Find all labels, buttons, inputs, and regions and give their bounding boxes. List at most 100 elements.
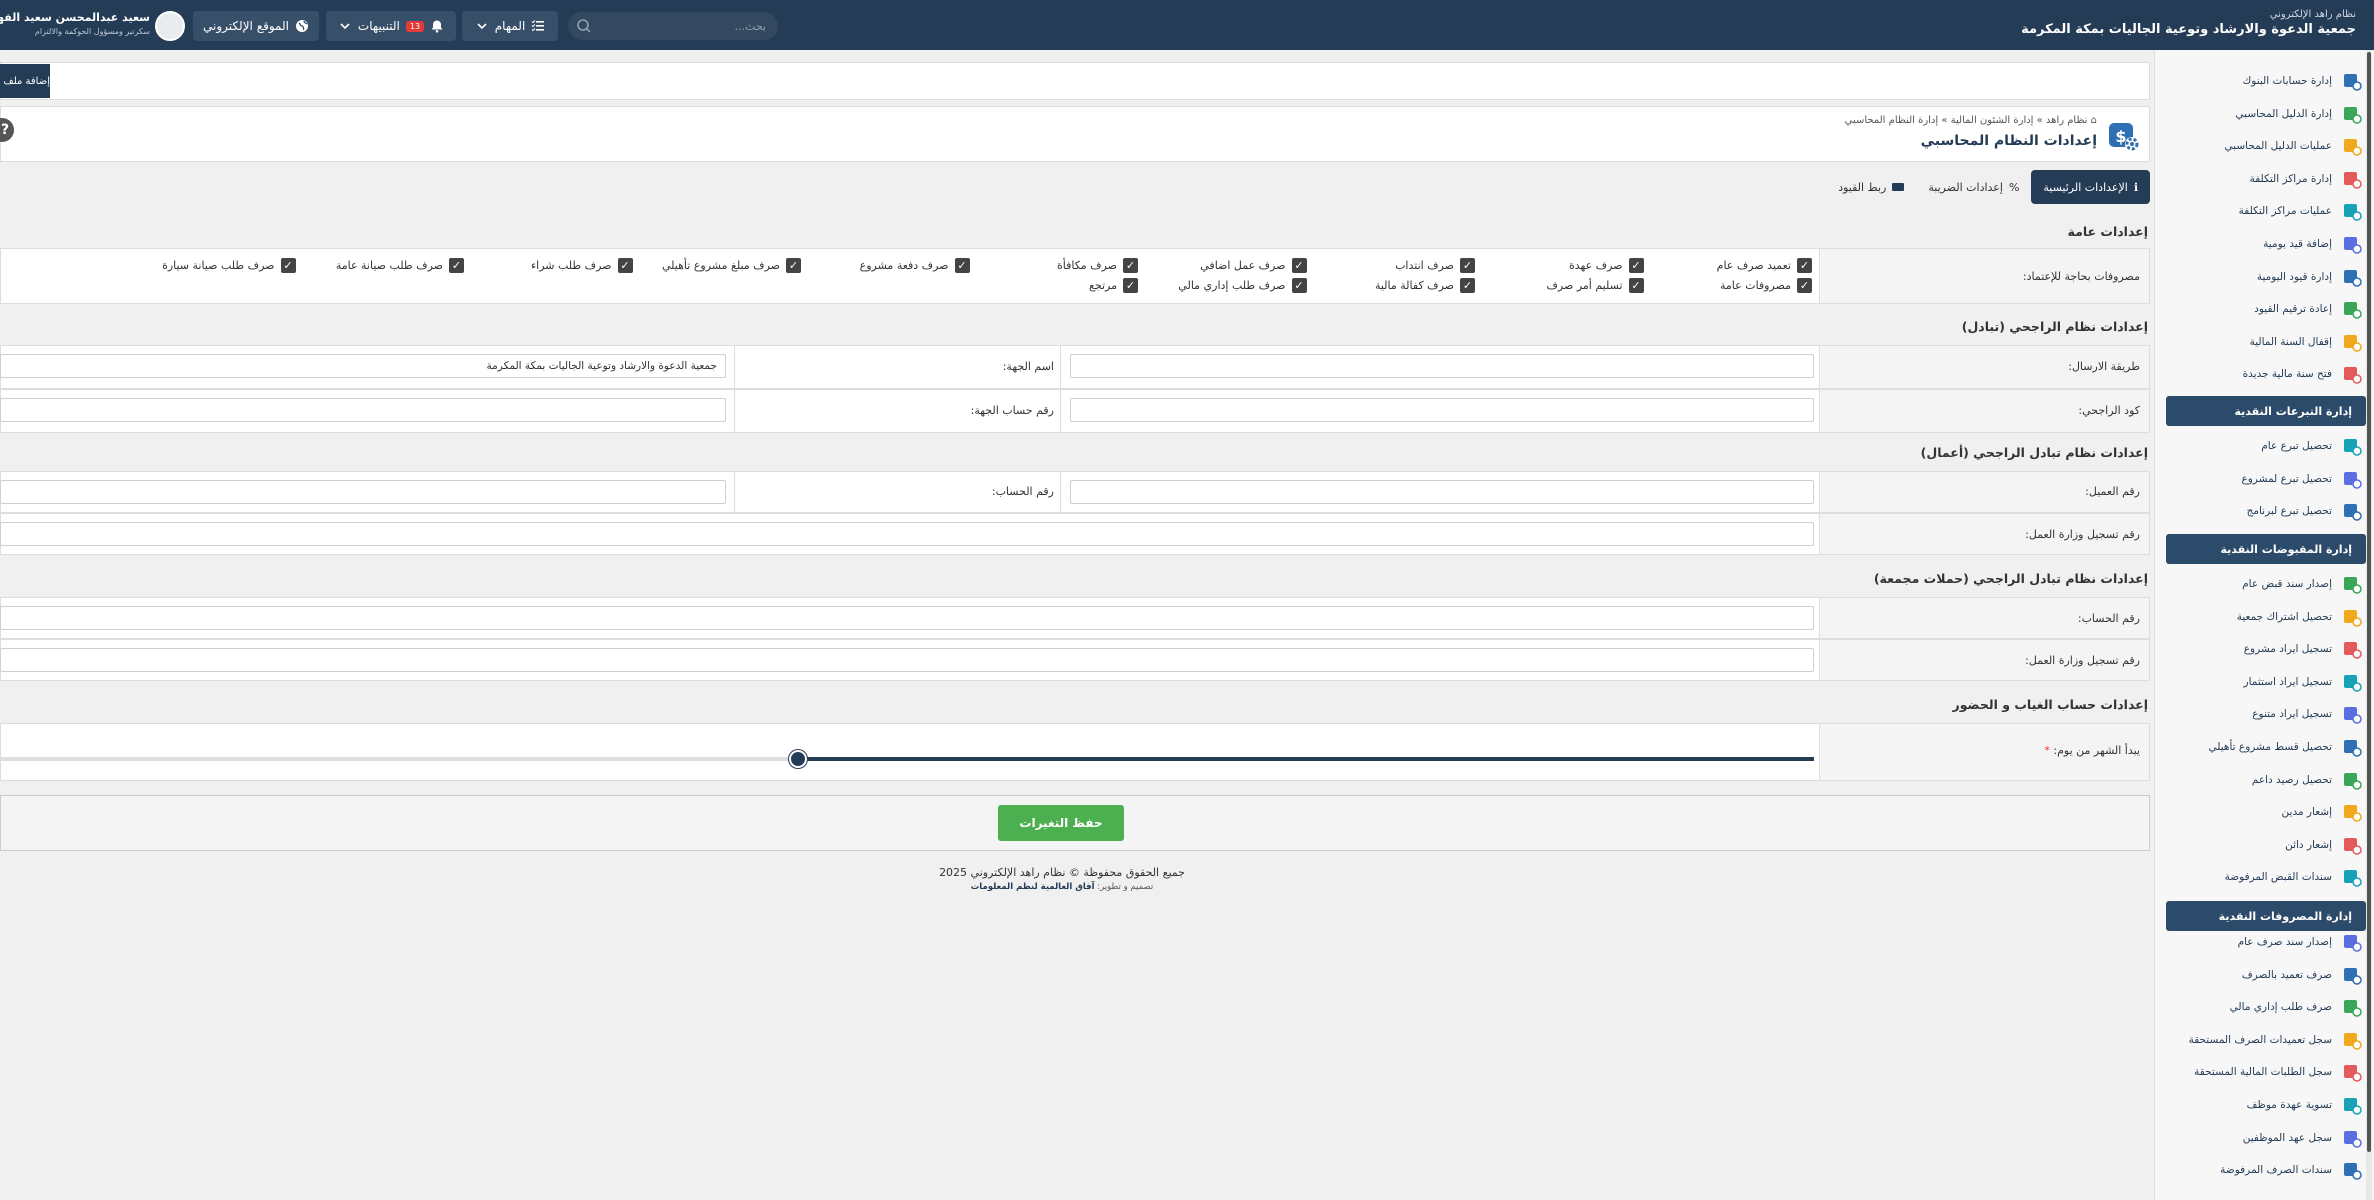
entity-name-field[interactable]: جمعية الدعوة والارشاد وتوعية الجاليات بم… [0, 354, 726, 378]
expense-approval-checkbox[interactable]: ✓ تسليم أمر صرف [1547, 278, 1644, 293]
menu-item-icon [2342, 469, 2362, 489]
website-button[interactable]: الموقع الإلكتروني [193, 11, 319, 41]
breadcrumb[interactable]: ⌂ نظام راهد » إدارة الشئون المالية » إدا… [1845, 115, 2097, 126]
client-number-field[interactable] [1070, 480, 1814, 504]
credits-company[interactable]: آفاق العالمية لنظم المعلومات [971, 882, 1095, 892]
collective-account-field[interactable] [0, 606, 1814, 630]
sidebar-item-label: تحصيل تبرع لمشروع [2241, 472, 2332, 485]
sidebar-scrollbar-thumb[interactable] [2367, 52, 2371, 1152]
sidebar-item[interactable]: تسجيل ايراد متنوع [2166, 700, 2362, 728]
breadcrumb-text[interactable]: نظام راهد » إدارة الشئون المالية » إدارة… [1845, 115, 2088, 126]
sidebar-item[interactable]: سجل عهد الموظفين [2166, 1124, 2362, 1152]
expense-approval-checkbox[interactable]: ✓ صرف عمل اضافي [1200, 258, 1307, 273]
notifications-button[interactable]: 13 التنبيهات [326, 11, 456, 41]
expense-approval-checkbox[interactable]: ✓ مرتجع [1089, 278, 1138, 293]
checkbox-checked-icon[interactable]: ✓ [1291, 258, 1307, 273]
sidebar-item[interactable]: تسوية عهدة موظف [2166, 1091, 2362, 1119]
checkbox-label: صرف عهدة [1569, 259, 1623, 272]
checkbox-checked-icon[interactable]: ✓ [1291, 278, 1307, 293]
sidebar-item[interactable]: إقفال السنة المالية [2166, 328, 2362, 356]
expense-approval-checkbox[interactable]: ✓ تعميد صرف عام [1717, 258, 1812, 273]
expense-approval-checkbox[interactable]: ✓ صرف مبلغ مشروع تأهيلي [662, 258, 801, 273]
sidebar-item[interactable]: سجل الطلبات المالية المستحقة [2166, 1058, 2362, 1086]
expense-approval-checkbox[interactable]: ✓ صرف طلب شراء [531, 258, 633, 273]
sidebar-item[interactable]: عمليات الدليل المحاسبي [2166, 132, 2362, 160]
sidebar-item[interactable]: إدارة قيود اليومية [2166, 263, 2362, 291]
expense-approval-checkbox[interactable]: ✓ صرف طلب صيانة عامة [336, 258, 464, 273]
sidebar-section-header[interactable]: إدارة المقبوضات النقدية [2166, 534, 2366, 564]
checkbox-checked-icon[interactable]: ✓ [1460, 258, 1475, 273]
checkbox-checked-icon[interactable]: ✓ [786, 258, 801, 273]
sidebar-item[interactable]: إدارة الدليل المحاسبي [2166, 100, 2362, 128]
checkbox-checked-icon[interactable]: ✓ [1797, 258, 1812, 273]
sidebar-section-header[interactable]: إدارة التبرعات النقدية [2166, 396, 2366, 426]
add-file-button[interactable]: إضافة ملف [0, 64, 50, 98]
sidebar-item[interactable]: تحصيل تبرع لبرنامج [2166, 497, 2362, 525]
expense-approval-checkbox[interactable]: ✓ صرف مكافأة [1057, 258, 1138, 273]
expense-approval-checkbox[interactable]: ✓ مصروفات عامة [1720, 278, 1812, 293]
sidebar-item[interactable]: صرف طلب إداري مالي [2166, 993, 2362, 1021]
search-input[interactable] [606, 17, 766, 35]
checkbox-checked-icon[interactable]: ✓ [449, 258, 464, 273]
checkbox-checked-icon[interactable]: ✓ [1628, 258, 1644, 273]
sidebar-item[interactable]: سندات القبض المرفوضة [2166, 863, 2362, 891]
expense-approval-checkbox[interactable]: ✓ صرف عهدة [1569, 258, 1644, 273]
sidebar-item[interactable]: إصدار سند صرف عام [2166, 928, 2362, 956]
collective-mol-field[interactable] [0, 648, 1814, 672]
home-icon[interactable]: ⌂ [2087, 115, 2097, 126]
checkbox-label: صرف طلب إداري مالي [1178, 279, 1286, 292]
tab-tax-settings[interactable]: % إعدادات الضريبة [1916, 170, 2031, 204]
sidebar-item[interactable]: تحصيل قسط مشروع تأهيلي [2166, 733, 2362, 761]
tab-link-entries[interactable]: ربط القيود [1826, 170, 1916, 204]
sidebar-item[interactable]: تحصيل رصيد داعم [2166, 766, 2362, 794]
sidebar-item[interactable]: إدارة مراكز التكلفة [2166, 165, 2362, 193]
menu-item-icon [2342, 104, 2362, 124]
sidebar-item[interactable]: إشعار دائن [2166, 831, 2362, 859]
send-method-field[interactable] [1070, 354, 1814, 378]
sidebar-item[interactable]: إدارة حسابات البنوك [2166, 67, 2362, 95]
user-name: سعيد عبدالمحسن سعيد الفهمي [0, 11, 150, 24]
account-number-field[interactable] [0, 480, 726, 504]
checkbox-checked-icon[interactable]: ✓ [1460, 278, 1475, 293]
checkbox-checked-icon[interactable]: ✓ [1123, 278, 1138, 293]
search-box[interactable] [568, 12, 778, 40]
checkbox-checked-icon[interactable]: ✓ [280, 258, 296, 273]
tab-main-settings[interactable]: ℹ الإعدادات الرئيسية [2031, 170, 2150, 204]
sidebar-item[interactable]: تحصيل تبرع لمشروع [2166, 465, 2362, 493]
menu-item-icon [2342, 1062, 2362, 1083]
sidebar-item-partial[interactable] [2166, 32, 2362, 60]
sidebar-item[interactable]: فتح سنة مالية جديدة [2166, 360, 2362, 388]
sidebar-item[interactable]: إضافة قيد يومية [2166, 230, 2362, 258]
sidebar-item[interactable]: سندات الصرف المرفوضة [2166, 1156, 2362, 1184]
sidebar-item[interactable]: إعادة ترقيم القيود [2166, 295, 2362, 323]
user-menu[interactable]: سعيد عبدالمحسن سعيد الفهمي سكرتير ومسؤول… [0, 8, 190, 42]
sidebar-item[interactable]: تسجيل ايراد مشروع [2166, 635, 2362, 663]
save-button[interactable]: حفظ التغيرات [998, 805, 1124, 841]
sidebar-item[interactable]: تحصيل تبرع عام [2166, 432, 2362, 460]
sidebar-item[interactable]: عمليات مراكز التكلفة [2166, 197, 2362, 225]
sidebar-section-header[interactable]: إدارة المصروفات النقدية [2166, 901, 2366, 931]
sidebar-item[interactable]: تسجيل ايراد استثمار [2166, 668, 2362, 696]
sidebar-item-label: فتح سنة مالية جديدة [2242, 368, 2332, 381]
sidebar-item[interactable]: صرف تعميد بالصرف [2166, 961, 2362, 989]
expense-approval-checkbox[interactable]: ✓ صرف انتداب [1395, 258, 1475, 273]
expense-approval-checkbox[interactable]: ✓ صرف دفعة مشروع [860, 258, 970, 273]
checkbox-checked-icon[interactable]: ✓ [1123, 258, 1138, 273]
checkbox-checked-icon[interactable]: ✓ [1628, 278, 1644, 293]
expense-approval-checkbox[interactable]: ✓ صرف طلب صيانة سيارة [162, 258, 296, 273]
avatar[interactable] [155, 11, 185, 41]
rajhi-code-field[interactable] [1070, 398, 1814, 422]
sidebar-item[interactable]: إصدار سند قبض عام [2166, 570, 2362, 598]
sidebar-item[interactable]: تحصيل اشتراك جمعية [2166, 603, 2362, 631]
expense-approval-checkbox[interactable]: ✓ صرف كفالة مالية [1375, 278, 1475, 293]
mol-registration-field[interactable] [0, 522, 1814, 546]
tasks-button[interactable]: المهام [462, 11, 558, 41]
entity-account-field[interactable] [0, 398, 726, 422]
sidebar-item[interactable]: إشعار مدين [2166, 798, 2362, 826]
checkbox-checked-icon[interactable]: ✓ [617, 258, 633, 273]
search-icon[interactable] [576, 18, 592, 34]
sidebar-item[interactable]: سجل تعميدات الصرف المستحقة [2166, 1026, 2362, 1054]
checkbox-checked-icon[interactable]: ✓ [954, 258, 970, 273]
expense-approval-checkbox[interactable]: ✓ صرف طلب إداري مالي [1178, 278, 1307, 293]
checkbox-checked-icon[interactable]: ✓ [1797, 278, 1812, 293]
